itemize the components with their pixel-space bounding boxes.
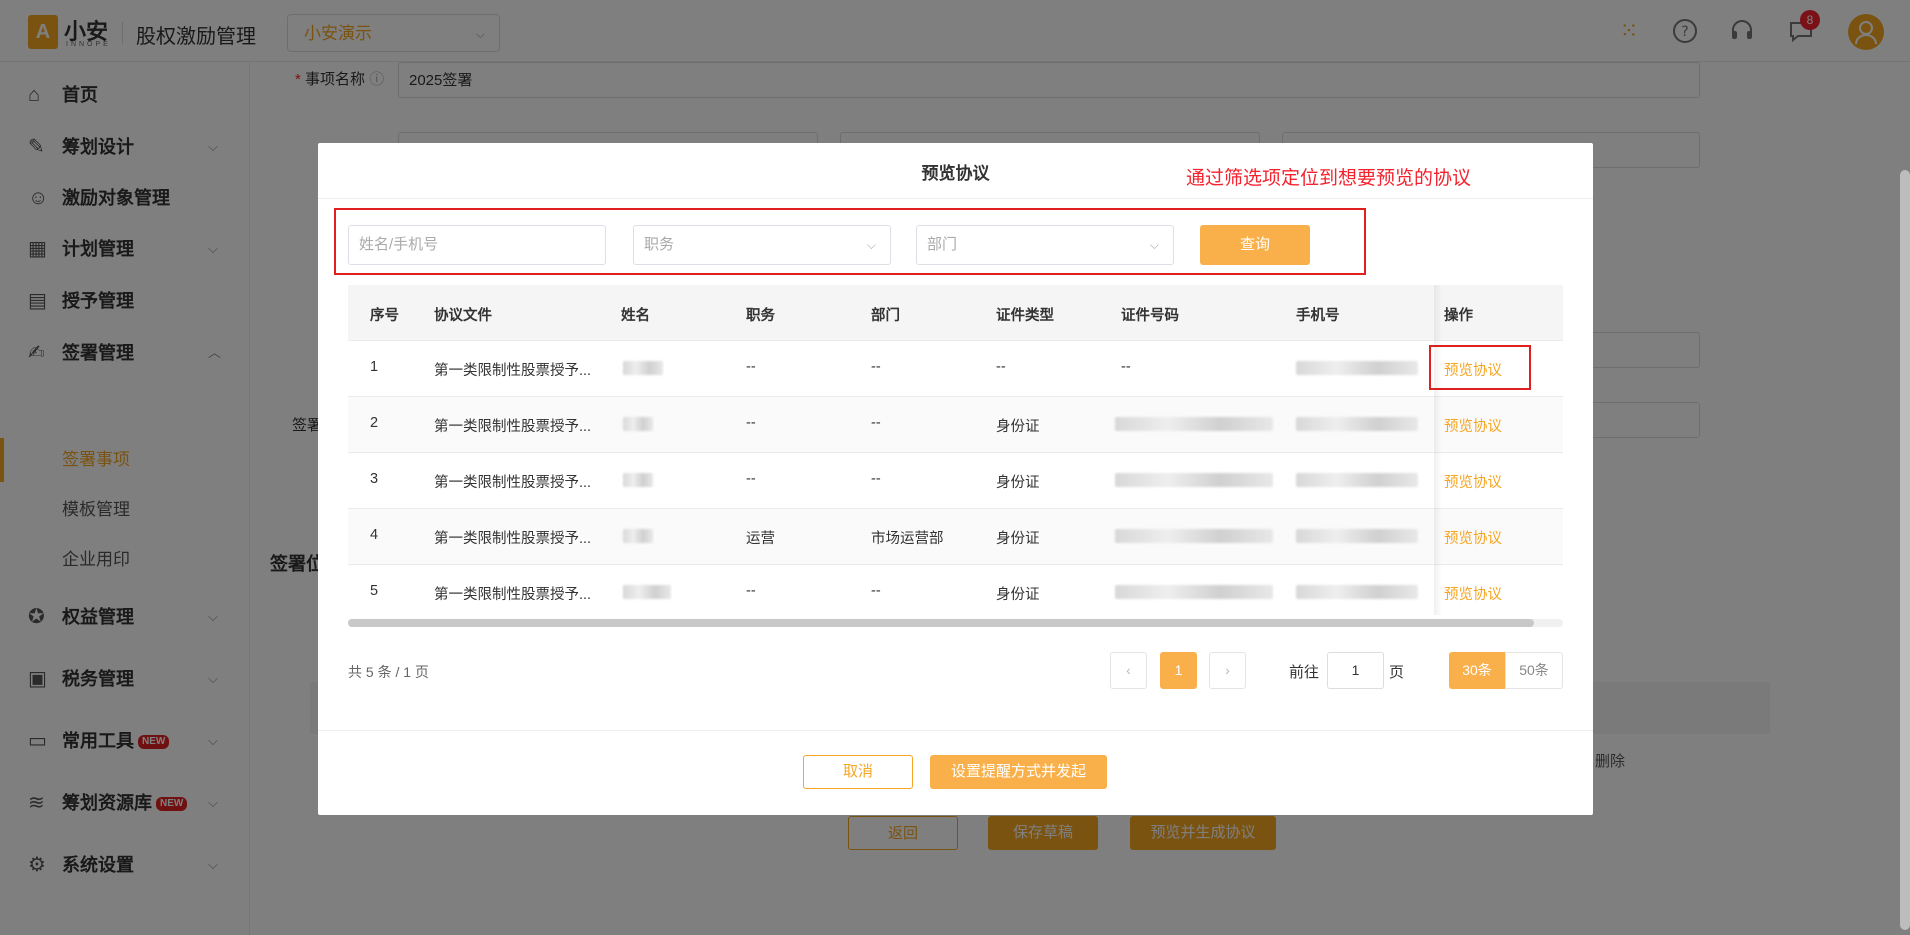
preview-agreement-link[interactable]: 预览协议 (1444, 583, 1502, 604)
row-department: -- (871, 471, 881, 487)
col-header-name: 姓名 (621, 308, 650, 324)
horizontal-scrollbar-thumb[interactable] (348, 619, 1534, 627)
row-file: 第一类限制性股票授予... (434, 363, 592, 379)
redacted-id-number (1115, 585, 1273, 599)
redacted-name (623, 361, 663, 375)
row-position: -- (746, 583, 756, 599)
row-position: -- (746, 471, 756, 487)
next-page-button[interactable]: › (1209, 652, 1246, 689)
set-reminder-and-start-button[interactable]: 设置提醒方式并发起 (930, 755, 1107, 789)
preview-agreement-link[interactable]: 预览协议 (1444, 471, 1502, 492)
chevron-down-icon: ⌵ (1149, 238, 1159, 252)
page-scrollbar[interactable] (1900, 170, 1910, 930)
redacted-phone (1296, 417, 1418, 431)
department-select[interactable]: 部门 ⌵ (916, 225, 1174, 265)
pagination-summary: 共 5 条 / 1 页 (348, 664, 429, 680)
col-header-id-type: 证件类型 (996, 308, 1054, 324)
row-no: 3 (370, 471, 379, 487)
row-department: -- (871, 583, 881, 599)
annotation-box-action (1429, 345, 1531, 390)
goto-page-input[interactable]: 1 (1327, 652, 1384, 689)
row-file: 第一类限制性股票授予... (434, 419, 592, 435)
name-phone-input[interactable]: 姓名/手机号 (348, 225, 606, 265)
fixed-column-shadow (1434, 285, 1442, 615)
cancel-button[interactable]: 取消 (803, 755, 913, 789)
redacted-id-number (1115, 529, 1273, 543)
redacted-id-number (1115, 417, 1273, 431)
redacted-phone (1296, 529, 1418, 543)
row-position: 运营 (746, 531, 775, 547)
row-no: 2 (370, 415, 379, 431)
chevron-down-icon: ⌵ (866, 238, 876, 252)
redacted-name (623, 529, 653, 543)
row-no: 5 (370, 583, 379, 599)
preview-agreement-link[interactable]: 预览协议 (1444, 527, 1502, 548)
row-file: 第一类限制性股票授予... (434, 531, 592, 547)
redacted-id-number (1115, 473, 1273, 487)
redacted-name (623, 585, 671, 599)
row-department: -- (871, 415, 881, 431)
page-size-30-button[interactable]: 30条 (1449, 652, 1505, 689)
col-header-position: 职务 (746, 308, 775, 324)
query-button[interactable]: 查询 (1200, 225, 1310, 265)
position-select[interactable]: 职务 ⌵ (633, 225, 891, 265)
page-1-button[interactable]: 1 (1160, 652, 1197, 689)
modal-footer-divider (318, 730, 1593, 731)
row-id-type: 身份证 (996, 419, 1040, 435)
col-header-phone: 手机号 (1296, 308, 1340, 324)
row-no: 1 (370, 359, 379, 375)
col-header-action: 操作 (1444, 308, 1473, 324)
table-header (348, 285, 1563, 341)
redacted-name (623, 417, 653, 431)
row-id-type: 身份证 (996, 531, 1040, 547)
page-unit-label: 页 (1389, 664, 1405, 681)
redacted-phone (1296, 585, 1418, 599)
row-id-type: -- (996, 359, 1006, 375)
goto-label: 前往 (1289, 664, 1320, 681)
row-no: 4 (370, 527, 379, 543)
annotation-text: 通过筛选项定位到想要预览的协议 (1186, 168, 1472, 189)
redacted-phone (1296, 473, 1418, 487)
row-file: 第一类限制性股票授予... (434, 475, 592, 491)
row-file: 第一类限制性股票授予... (434, 587, 592, 603)
col-header-no: 序号 (370, 308, 399, 324)
redacted-name (623, 473, 653, 487)
col-header-id-number: 证件号码 (1121, 308, 1179, 324)
row-position: -- (746, 415, 756, 431)
preview-agreement-modal: 预览协议 通过筛选项定位到想要预览的协议 姓名/手机号 职务 ⌵ 部门 ⌵ 查询… (318, 143, 1593, 815)
row-department: 市场运营部 (871, 531, 944, 547)
col-header-department: 部门 (871, 308, 900, 324)
prev-page-button[interactable]: ‹ (1110, 652, 1147, 689)
preview-agreement-link[interactable]: 预览协议 (1444, 415, 1502, 436)
row-id-type: 身份证 (996, 475, 1040, 491)
redacted-phone (1296, 361, 1418, 375)
col-header-file: 协议文件 (434, 308, 492, 324)
page-size-50-button[interactable]: 50条 (1505, 652, 1563, 689)
row-id-number: -- (1121, 359, 1131, 375)
row-department: -- (871, 359, 881, 375)
row-position: -- (746, 359, 756, 375)
row-id-type: 身份证 (996, 587, 1040, 603)
modal-header-divider (318, 198, 1593, 199)
